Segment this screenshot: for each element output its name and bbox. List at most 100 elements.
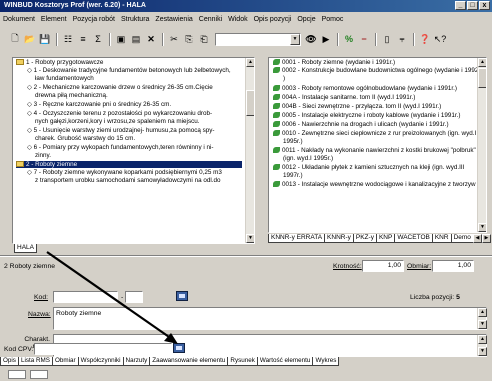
help-icon[interactable]: ❓ [418, 32, 432, 46]
tab-knr[interactable]: KNR [431, 234, 452, 243]
tab-demo[interactable]: Demo [450, 234, 474, 243]
insert-position-icon[interactable]: ▤ [129, 32, 143, 46]
tab-narzuty[interactable]: Narzuty [122, 357, 151, 366]
catalog-item[interactable]: 0003 - Roboty remontowe ogólnobudowlane … [273, 85, 457, 92]
catalog-tree[interactable]: 0001 - Roboty ziemne (wydanie i 1991r.) … [268, 57, 487, 233]
scroll-up-icon[interactable]: ▲ [246, 58, 254, 67]
tree-item[interactable]: ◇ 3 - Ręczne karczowanie pni o średnicy … [27, 101, 171, 108]
tab-wacetob[interactable]: WACETOB [394, 234, 433, 243]
scroll-up-icon[interactable]: ▲ [478, 308, 487, 317]
kod-field[interactable] [53, 291, 118, 303]
nazwa-scrollbar[interactable]: ▲ ▼ [477, 308, 487, 329]
menu-dokument[interactable]: Dokument [0, 14, 38, 26]
scroll-up-icon[interactable]: ▲ [478, 58, 486, 67]
tree-item[interactable]: ◇ 6 - Pomiary przy wykopach fundamentowy… [27, 144, 213, 151]
tab-knnr-errata[interactable]: KNNR-y ERRATA [268, 234, 326, 243]
tab-knp[interactable]: KNP [375, 234, 396, 243]
menu-zestawienia[interactable]: Zestawienia [152, 14, 195, 26]
catalog-item[interactable]: 004A - Instalacje sanitarne. tom II (wyd… [273, 94, 415, 101]
menu-opis-pozycji[interactable]: Opis pozycji [251, 14, 295, 26]
scroll-down-icon[interactable]: ▼ [478, 347, 487, 356]
page-icon[interactable]: ▯ [380, 32, 394, 46]
kod-suffix-field[interactable] [125, 291, 143, 303]
cut-icon[interactable]: ✂ [167, 32, 181, 46]
splitter[interactable] [0, 255, 492, 257]
status-icon-right[interactable] [30, 370, 48, 379]
tab-opis[interactable]: Opis [0, 357, 19, 366]
catalog-item[interactable]: 0013 - Instalacje wewnętrzne wodociągowe… [273, 181, 476, 188]
context-help-icon[interactable]: ↖? [433, 32, 447, 46]
nazwa-field[interactable]: Roboty ziemne [53, 307, 487, 330]
tab-rysunek[interactable]: Rysunek [227, 357, 258, 366]
tree-item[interactable]: ◇ 2 - Mechaniczne karczowanie drzew o śr… [27, 84, 213, 91]
catalog-item[interactable]: 0002 - Konstrukcje budowlane budownictwa… [273, 67, 482, 74]
tab-hala[interactable]: HALA [14, 244, 37, 253]
toolbar-combo[interactable]: ▼ [215, 32, 301, 46]
tree-item[interactable]: ◇ 1 - Deskowanie tradycyjne fundamentów … [27, 67, 231, 74]
chevron-down-icon[interactable]: ▼ [290, 33, 300, 45]
estimate-tree[interactable]: 1 - Roboty przygotowawcze ◇ 1 - Deskowan… [12, 57, 255, 244]
minus-icon[interactable]: − [357, 32, 371, 46]
tree-node-element-selected[interactable]: 2 - Roboty ziemne [16, 161, 242, 169]
catalog-item[interactable]: 004B - Sieci zewnętrzne - przyłącza. tom… [273, 103, 441, 110]
tree-item[interactable]: ◇ 4 - Oczyszczenie terenu z pozostałości… [27, 110, 212, 117]
copy-icon[interactable]: ⎘ [182, 32, 196, 46]
paste-icon[interactable]: ⎗ [197, 32, 211, 46]
tab-obmiar[interactable]: Obmiar [52, 357, 79, 366]
insert-element-icon[interactable]: ▣ [114, 32, 128, 46]
menu-opcje[interactable]: Opcje [294, 14, 318, 26]
menu-struktura[interactable]: Struktura [118, 14, 152, 26]
scroll-down-icon[interactable]: ▼ [478, 223, 486, 232]
catalog-item[interactable]: 0012 - Układanie płytek z kamieni sztucz… [273, 164, 464, 171]
catalog-icon[interactable]: ☷ [61, 32, 75, 46]
tab-knnr[interactable]: KNNR-y [324, 234, 354, 243]
binoculars-icon[interactable]: 👁 [304, 32, 318, 46]
scroll-up-icon[interactable]: ▲ [478, 335, 487, 344]
cpv-lookup-icon[interactable] [173, 343, 185, 353]
open-folder-icon[interactable]: 📂 [23, 32, 37, 46]
status-icon-left[interactable] [8, 370, 26, 379]
krotnosc-field[interactable]: 1,00 [362, 260, 404, 272]
tab-pkz[interactable]: PKZ-y [352, 234, 377, 243]
menu-pomoc[interactable]: Pomoc [319, 14, 347, 26]
save-icon[interactable]: 💾 [38, 32, 52, 46]
tree-icon[interactable]: ⫧ [395, 32, 409, 46]
tab-wspolczynniki[interactable]: Współczynniki [77, 357, 124, 366]
tree-item[interactable]: ◇ 5 - Usunięcie warstwy ziemi urodzajnej… [27, 127, 215, 134]
scroll-down-icon[interactable]: ▼ [478, 320, 487, 329]
close-button[interactable]: x [479, 1, 490, 10]
catalog-item[interactable]: 0006 - Nawierzchnie na drogach i ulicach… [273, 121, 449, 128]
right-tree-scrollbar[interactable]: ▲ ▼ [477, 58, 486, 232]
scroll-down-icon[interactable]: ▼ [246, 234, 254, 243]
menu-widok[interactable]: Widok [225, 14, 250, 26]
menu-pozycja-robot[interactable]: Pozycja robót [70, 14, 118, 26]
tab-wartosc-elementu[interactable]: Wartość elementu [256, 357, 314, 366]
percent-icon[interactable]: % [342, 32, 356, 46]
scroll-thumb[interactable] [478, 68, 486, 88]
charakt-scrollbar[interactable]: ▲ ▼ [477, 335, 487, 356]
tab-scroll-right-icon[interactable]: ▶ [481, 234, 491, 243]
find-next-icon[interactable]: ▶ [319, 32, 333, 46]
tab-zaawansowanie[interactable]: Zaawansowanie elementu [149, 357, 229, 366]
menu-cenniki[interactable]: Cenniki [196, 14, 225, 26]
minimize-button[interactable]: _ [455, 1, 466, 10]
catalog-item[interactable]: 0001 - Roboty ziemne (wydanie i 1991r.) [273, 59, 395, 66]
obmiar-field[interactable]: 1,00 [432, 260, 474, 272]
kod-cpv-field[interactable] [34, 343, 172, 355]
tree-node-element[interactable]: 1 - Roboty przygotowawcze [16, 59, 103, 66]
calculator-icon[interactable] [176, 291, 188, 301]
catalog-item[interactable]: 0010 - Zewnętrzne sieci ciepłownicze z r… [273, 130, 476, 137]
catalog-item[interactable]: 0005 - Instalacje elektryczne i roboty k… [273, 112, 461, 119]
tab-lista-rms[interactable]: Lista RMS [17, 357, 53, 366]
calculate-icon[interactable]: ≡ [76, 32, 90, 46]
tab-scroll-left-icon[interactable]: ◀ [472, 234, 482, 243]
menu-element[interactable]: Element [38, 14, 70, 26]
tab-wykres[interactable]: Wykres [312, 357, 340, 366]
scroll-thumb[interactable] [246, 90, 254, 116]
tree-item[interactable]: ◇ 7 - Roboty ziemne wykonywane koparkami… [27, 169, 222, 176]
maximize-button[interactable]: □ [467, 1, 478, 10]
sum-icon[interactable]: Σ [91, 32, 105, 46]
delete-icon[interactable]: ✕ [144, 32, 158, 46]
catalog-item[interactable]: 0011 - Nakłady na wykonanie nawierzchni … [273, 147, 476, 154]
left-tree-scrollbar[interactable]: ▲ ▼ [245, 58, 254, 243]
